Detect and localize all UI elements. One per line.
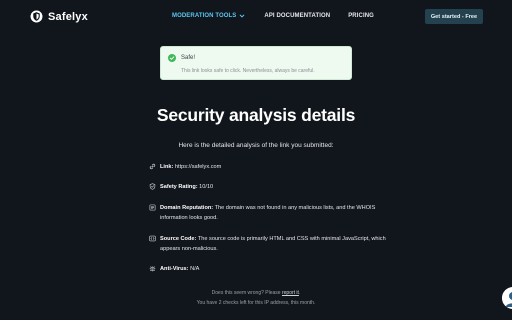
site-header: Safelyx MODERATION TOOLS API DOCUMENTATI…	[0, 0, 512, 34]
report-link[interactable]: report it	[282, 290, 299, 296]
safe-alert: Safe! This link looks safe to click. Nev…	[160, 46, 352, 80]
detail-safety-rating-text: Safety Rating: 10/10	[160, 183, 398, 193]
report-prompt-text: Does this seem wrong? Please	[211, 290, 281, 296]
alert-title: Safe!	[181, 55, 196, 61]
page-title: Security analysis details	[156, 105, 356, 125]
detail-safety-rating-label: Safety Rating:	[160, 184, 198, 190]
check-circle-icon	[168, 54, 176, 62]
shield-check-icon	[149, 183, 156, 190]
checks-left-text: You have 2 checks left for this IP addre…	[196, 300, 316, 306]
get-started-button[interactable]: Get started - Free	[425, 9, 483, 24]
code-icon	[149, 235, 156, 242]
detail-domain-reputation-label: Domain Reputation:	[160, 205, 214, 211]
logo[interactable]: Safelyx	[30, 10, 88, 23]
detail-safety-rating-value: 10/10	[199, 184, 214, 190]
chevron-down-icon	[240, 14, 245, 18]
detail-link-text: Link: https://safelyx.com	[160, 163, 398, 173]
nav-moderation-tools-label: MODERATION TOOLS	[172, 13, 237, 19]
alert-message: This link looks safe to click. Neverthel…	[181, 68, 315, 74]
list-icon	[149, 204, 156, 211]
detail-link-value[interactable]: https://safelyx.com	[175, 164, 221, 170]
report-prompt: Does this seem wrong? Please report it.	[0, 290, 512, 296]
detail-anti-virus-text: Anti-Virus: N/A	[160, 265, 398, 275]
main-nav: MODERATION TOOLS API DOCUMENTATION PRICI…	[172, 13, 374, 19]
logo-shield-icon	[30, 10, 43, 23]
detail-anti-virus-label: Anti-Virus:	[160, 266, 189, 272]
intro-text: Here is the detailed analysis of the lin…	[178, 142, 334, 149]
nav-pricing[interactable]: PRICING	[348, 13, 374, 19]
nav-api-documentation[interactable]: API DOCUMENTATION	[264, 13, 330, 19]
detail-source-code-label: Source Code:	[160, 236, 197, 242]
logo-text: Safelyx	[48, 10, 88, 23]
link-icon	[149, 163, 156, 170]
report-prompt-suffix: .	[298, 290, 301, 296]
detail-anti-virus-value: N/A	[190, 266, 200, 272]
detail-source-code-text: Source Code: The source code is primaril…	[160, 235, 398, 254]
nav-moderation-tools[interactable]: MODERATION TOOLS	[172, 13, 245, 19]
bug-icon	[149, 266, 156, 272]
page: Safelyx MODERATION TOOLS API DOCUMENTATI…	[0, 0, 512, 320]
detail-domain-reputation-text: Domain Reputation: The domain was not fo…	[160, 204, 398, 223]
detail-link-label: Link:	[160, 164, 174, 170]
